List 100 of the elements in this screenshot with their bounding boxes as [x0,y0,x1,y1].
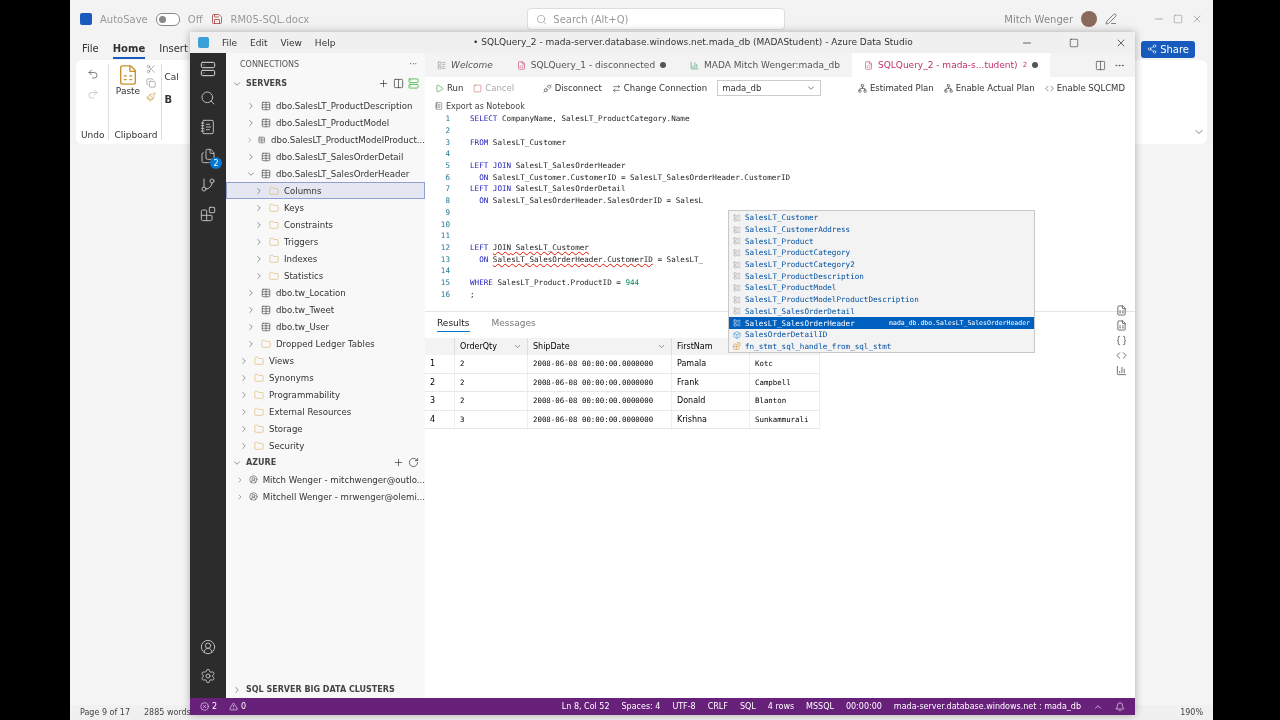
ribbon-tab[interactable]: Insert [159,39,188,59]
account-item[interactable]: Mitch Wenger - mitchwenger@outlo... [226,471,425,488]
list-icon [733,307,741,316]
page-count: Page 9 of 17 [80,708,130,717]
sqlcmd-button[interactable]: Enable SQLCMD [1044,83,1125,93]
change-connection-button[interactable]: Change Connection [611,83,708,93]
status-item[interactable]: SQL [739,702,756,711]
editor-tab[interactable]: SQLQuery_1 - disconnected [504,53,679,77]
tree-item[interactable]: Dropped Ledger Tables [226,335,425,352]
autosave-state: Off [187,13,203,25]
chevron-right-icon [239,372,249,383]
tree-item[interactable]: dbo.tw_Tweet [226,301,425,318]
results-tab[interactable]: Results [437,314,470,332]
section-title[interactable]: AZURE [246,458,277,467]
row-number: 3 [425,392,455,411]
editor-tab[interactable]: Welcome [425,53,505,77]
font-field[interactable]: Cal [164,72,179,82]
paste-button[interactable]: Paste [115,86,141,96]
tree-item[interactable]: Views [226,352,425,369]
server-icon [408,78,419,89]
tree-item[interactable]: External Resources [226,403,425,420]
tree-item[interactable]: dbo.tw_Location [226,284,425,301]
brush-icon [146,92,157,102]
column-header[interactable]: ShipDate [528,338,672,355]
tree-item[interactable]: Constraints [226,216,425,233]
tree-item[interactable]: Columns [226,182,425,199]
run-button[interactable]: Run [435,83,464,93]
status-item[interactable]: 4 rows [767,702,795,711]
export-notebook-button[interactable]: Export as Notebook [425,99,525,113]
tree-item[interactable]: Synonyms [226,369,425,386]
unsaved-dot [1032,62,1039,68]
tree-item[interactable]: Security [226,437,425,454]
tree-item[interactable]: Triggers [226,233,425,250]
status-item[interactable]: Ln 8, Col 52 [561,702,610,711]
estimated-plan-button[interactable]: Estimated Plan [857,83,934,93]
account-item[interactable]: Mitchell Wenger - mrwenger@olemi... [226,488,425,505]
undo-icon [86,68,99,80]
warning-count[interactable]: 0 [241,702,247,711]
ribbon-tab[interactable]: File [82,39,99,59]
editor-tab[interactable]: MADA Mitch Wenger:mada_db [678,53,852,77]
account-icon [249,491,258,502]
chevron-right-icon [246,100,256,111]
tree-item[interactable]: Programmability [226,386,425,403]
chevron-right-icon [254,270,264,281]
menu-item[interactable]: View [280,37,302,48]
column-header[interactable]: OrderQty [455,338,528,355]
code-icon [1044,83,1054,93]
status-item[interactable]: CRLF [707,702,728,711]
redo-icon [86,88,99,100]
status-item[interactable]: Spaces: 4 [621,702,661,711]
tree-item[interactable]: Storage [226,420,425,437]
list-icon [733,237,741,246]
avatar[interactable] [1081,11,1097,27]
bell-icon [1115,701,1125,712]
list-icon [733,283,741,292]
folder-icon [269,253,279,264]
database-dropdown[interactable]: mada_db [717,80,821,96]
list-icon [733,248,741,257]
status-item[interactable]: 00:00:00 [845,702,882,711]
tree-item[interactable]: dbo.SalesLT_SalesOrderDetail [226,148,425,165]
menu-item[interactable]: File [222,37,238,48]
tree-item[interactable]: dbo.SalesLT_SalesOrderHeader [226,165,425,182]
menu-item[interactable]: Edit [250,37,268,48]
tree-item[interactable]: dbo.SalesLT_ProductModel [226,114,425,131]
status-item[interactable]: mada-server.database.windows.net : mada_db [893,702,1081,711]
tree-item[interactable]: dbo.SalesLT_ProductDescription [226,97,425,114]
table-icon [261,321,271,332]
server-group-icon [393,78,404,89]
plan-icon [943,83,953,93]
actual-plan-button[interactable]: Enable Actual Plan [943,83,1035,93]
word-count: 2885 words [144,708,191,717]
section-title[interactable]: SQL SERVER BIG DATA CLUSTERS [246,685,395,694]
section-title[interactable]: SERVERS [246,79,287,88]
status-item[interactable]: UTF-8 [672,702,696,711]
tree-item[interactable]: dbo.SalesLT_ProductModelProduct... [226,131,425,148]
tree-item[interactable]: Indexes [226,250,425,267]
tree-item[interactable]: Statistics [226,267,425,284]
share-button[interactable]: Share [1141,40,1195,58]
zoom-level: 190% [1180,708,1203,717]
maximize-icon [1173,14,1183,24]
bold-button[interactable]: B [164,94,179,105]
menu-item[interactable]: Help [314,37,336,48]
ribbon-tab[interactable]: Home [112,39,146,59]
results-tab[interactable]: Messages [491,314,536,332]
tree-item[interactable]: Keys [226,199,425,216]
plan-icon [857,83,867,93]
status-item[interactable]: MSSQL [806,702,834,711]
list-icon [733,225,741,234]
list-icon [733,272,741,281]
more-button[interactable]: ··· [409,59,417,69]
new-connection-icon [378,78,389,89]
chevron-right-icon [254,202,264,213]
tree-item[interactable]: dbo.tw_User [226,318,425,335]
error-count[interactable]: 2 [212,702,218,711]
group-label: Undo [81,130,105,140]
app-logo-icon [198,37,209,48]
notebook-icon [200,119,216,135]
folder-icon [254,406,264,417]
autosave-toggle[interactable] [155,12,180,26]
disconnect-button[interactable]: Disconnect [542,83,602,93]
